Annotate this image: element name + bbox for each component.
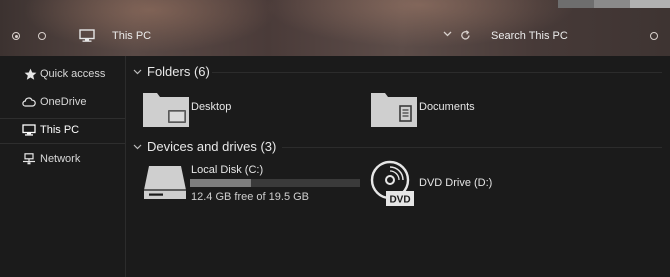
nav-item-quick-access[interactable]: Quick access: [0, 63, 125, 85]
folder-label: Desktop: [191, 101, 232, 113]
maximize-button[interactable]: [594, 0, 630, 8]
nav-item-network[interactable]: Network: [0, 148, 125, 170]
monitor-icon: [79, 29, 95, 42]
disk-free-space: 12.4 GB free of 19.5 GB: [191, 191, 310, 203]
disk-usage-bar: [190, 179, 360, 187]
nav-item-label: This PC: [40, 124, 80, 136]
chevron-down-icon[interactable]: [133, 144, 142, 150]
search-input[interactable]: Search This PC: [491, 30, 568, 42]
window-controls: [558, 0, 670, 8]
hard-drive-icon: [144, 166, 186, 199]
nav-item-onedrive[interactable]: OneDrive: [0, 91, 125, 113]
section-title: Devices and drives (3): [147, 139, 277, 154]
dvd-drive-icon: DVD: [370, 160, 414, 206]
nav-item-this-pc[interactable]: This PC: [0, 119, 125, 141]
chevron-down-icon[interactable]: [443, 31, 452, 37]
desktop-folder-icon: [143, 93, 189, 127]
minimize-button[interactable]: [558, 0, 594, 8]
disk-usage-fill: [190, 179, 252, 187]
drive-label: DVD Drive (D:): [419, 177, 493, 189]
nav-item-label: Quick access: [40, 68, 106, 80]
search-icon[interactable]: [650, 32, 658, 40]
refresh-icon[interactable]: [460, 30, 471, 41]
forward-button[interactable]: [38, 32, 46, 40]
devices-section-header[interactable]: Devices and drives (3): [133, 139, 276, 154]
nav-item-label: OneDrive: [40, 96, 87, 108]
back-button[interactable]: [12, 32, 20, 40]
network-icon: [23, 153, 35, 165]
chevron-down-icon[interactable]: [133, 69, 142, 75]
drive-label: Local Disk (C:): [191, 164, 264, 176]
section-divider: [212, 72, 662, 73]
nav-item-label: Network: [40, 153, 81, 165]
folder-label: Documents: [419, 101, 475, 113]
folders-section-header[interactable]: Folders (6): [133, 64, 210, 79]
nav-divider: [0, 143, 125, 144]
documents-folder-icon: [371, 93, 417, 127]
star-icon: [24, 68, 37, 80]
address-bar: This PC Search This PC: [0, 0, 670, 56]
section-divider: [282, 147, 662, 148]
svg-text:DVD: DVD: [389, 195, 410, 206]
navigation-pane: Quick access OneDrive This PC Network: [0, 56, 126, 277]
section-title: Folders (6): [147, 64, 210, 79]
cloud-icon: [22, 97, 36, 107]
close-button[interactable]: [630, 0, 670, 8]
address-path[interactable]: This PC: [112, 30, 151, 42]
monitor-icon: [22, 124, 36, 136]
